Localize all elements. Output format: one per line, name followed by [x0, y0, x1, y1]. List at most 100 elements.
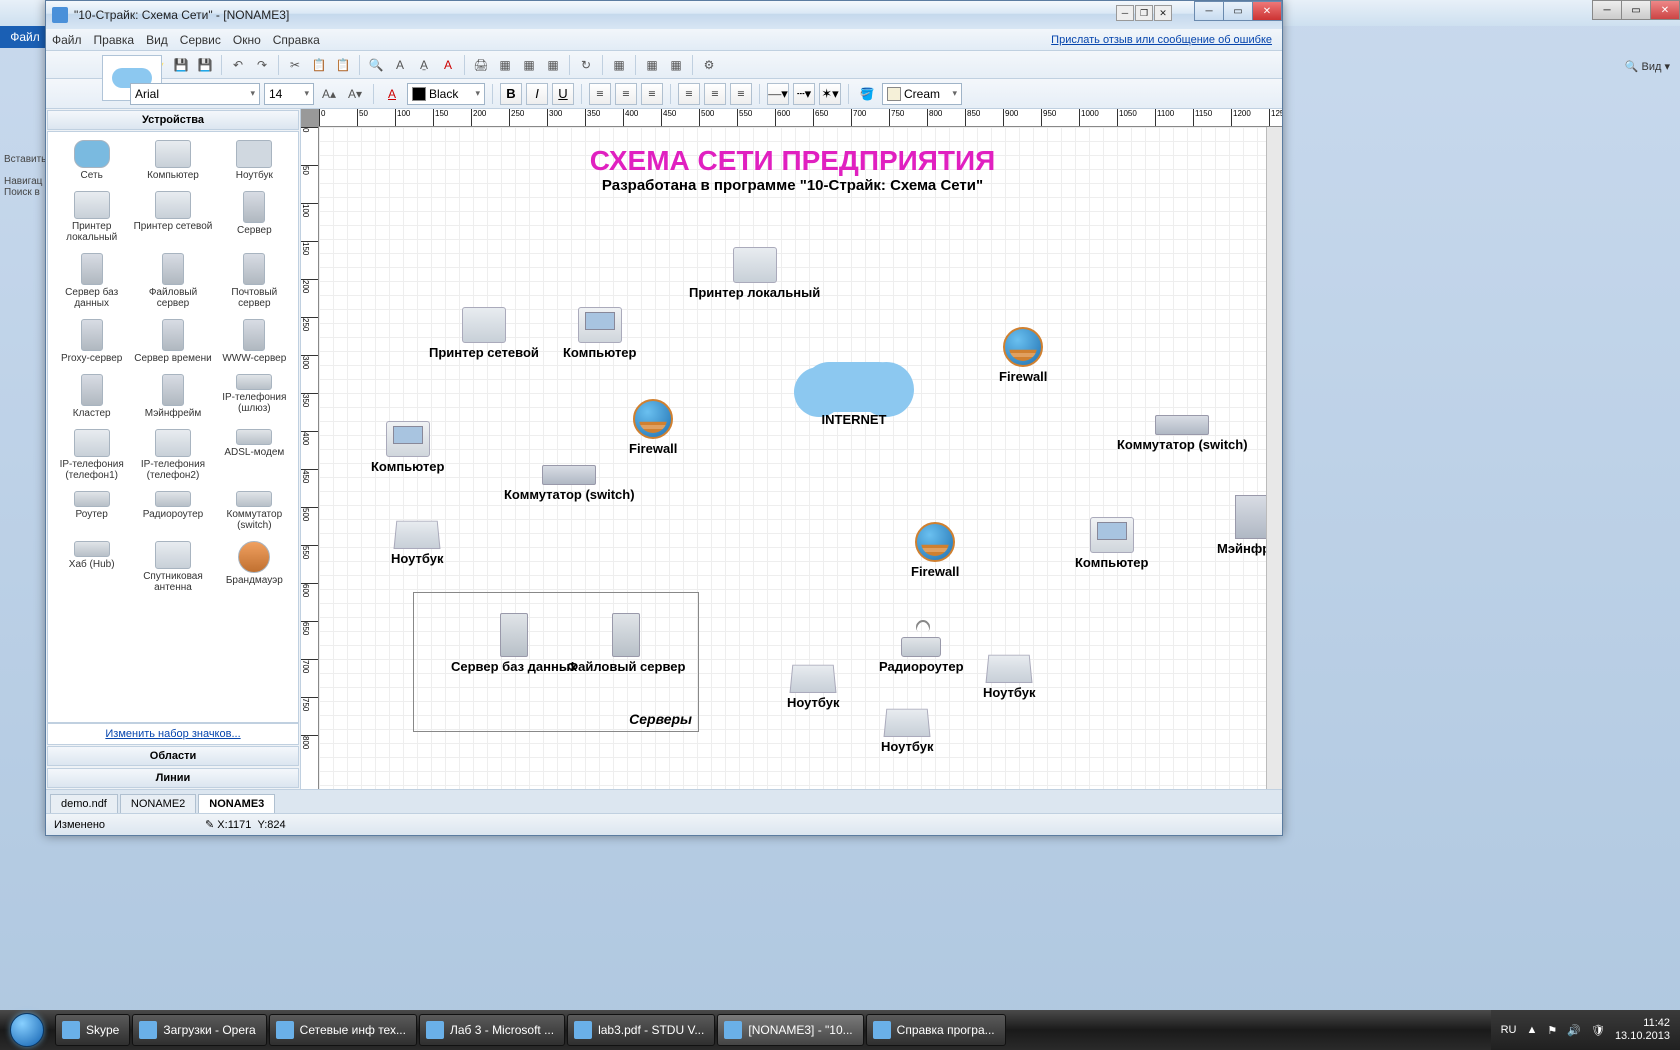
feedback-link[interactable]: Прислать отзыв или сообщение об ошибке — [1051, 34, 1272, 46]
menu-file[interactable]: Файл — [52, 33, 82, 47]
device-item[interactable]: Файловый сервер — [133, 249, 212, 313]
tray-icon[interactable]: 🛡 — [1591, 1024, 1605, 1037]
taskbar-item[interactable]: Skype — [55, 1014, 130, 1046]
device-item[interactable]: Роутер — [52, 487, 131, 535]
device-item[interactable]: Почтовый сервер — [215, 249, 294, 313]
device-item[interactable]: Сеть — [52, 136, 131, 185]
device-item[interactable]: Сервер — [215, 187, 294, 247]
mdi-minimize[interactable]: ─ — [1116, 5, 1134, 21]
start-button[interactable] — [0, 1010, 54, 1050]
mdi-restore[interactable]: ❐ — [1135, 5, 1153, 21]
valign-bot[interactable]: ≡ — [730, 83, 752, 105]
lines-panel-header[interactable]: Линии — [47, 768, 299, 788]
valign-top[interactable]: ≡ — [678, 83, 700, 105]
mdi-close[interactable]: ✕ — [1154, 5, 1172, 21]
taskbar-item[interactable]: lab3.pdf - STDU V... — [567, 1014, 715, 1046]
device-item[interactable]: Сервер баз данных — [52, 249, 131, 313]
italic-button[interactable]: I — [526, 83, 548, 105]
document-tab[interactable]: NONAME3 — [198, 794, 275, 813]
bold-button[interactable]: B — [500, 83, 522, 105]
print-button[interactable]: 🖨 — [470, 54, 492, 76]
align-center[interactable]: ≡ — [615, 83, 637, 105]
taskbar-item[interactable]: Сетевые инф тех... — [269, 1014, 417, 1046]
document-tab[interactable]: demo.ndf — [50, 794, 118, 813]
refresh-button[interactable]: ↻ — [575, 54, 597, 76]
device-item[interactable]: Радиороутер — [133, 487, 212, 535]
export-button[interactable]: ▦ — [494, 54, 516, 76]
device-item[interactable]: Брандмауэр — [215, 537, 294, 597]
taskbar-item[interactable]: Загрузки - Opera — [132, 1014, 266, 1046]
scrollbar-vertical[interactable] — [1266, 127, 1282, 789]
fontsize-combo[interactable]: 14 — [264, 83, 314, 105]
device-item[interactable]: IP-телефония (телефон2) — [133, 425, 212, 485]
tray-icon[interactable]: ▲ — [1527, 1024, 1538, 1036]
menu-view[interactable]: Вид — [146, 33, 168, 47]
line-dash[interactable]: ┄▾ — [793, 83, 815, 105]
taskbar-item[interactable]: [NONAME3] - "10... — [717, 1014, 863, 1046]
scan-button[interactable]: 🔍 — [365, 54, 387, 76]
menu-window[interactable]: Окно — [233, 33, 261, 47]
device-item[interactable]: Компьютер — [133, 136, 212, 185]
areas-panel-header[interactable]: Области — [47, 746, 299, 766]
tool-h[interactable]: ▦ — [665, 54, 687, 76]
settings-button[interactable]: ⚙ — [698, 54, 720, 76]
copy-button[interactable]: 📋 — [308, 54, 330, 76]
device-item[interactable]: Хаб (Hub) — [52, 537, 131, 597]
tool-f[interactable]: ▦ — [608, 54, 630, 76]
taskbar-item[interactable]: Справка програ... — [866, 1014, 1006, 1046]
bg-minimize-button[interactable]: ─ — [1592, 0, 1622, 20]
cut-button[interactable]: ✂ — [284, 54, 306, 76]
tool-a[interactable]: A — [389, 54, 411, 76]
bg-close-button[interactable]: ✕ — [1650, 0, 1680, 20]
bg-maximize-button[interactable]: ▭ — [1621, 0, 1651, 20]
device-item[interactable]: Мэйнфрейм — [133, 370, 212, 423]
taskbar-item[interactable]: Лаб 3 - Microsoft ... — [419, 1014, 565, 1046]
device-item[interactable]: Принтер сетевой — [133, 187, 212, 247]
font-larger[interactable]: A▴ — [318, 83, 340, 105]
menu-help[interactable]: Справка — [273, 33, 320, 47]
device-item[interactable]: Сервер времени — [133, 315, 212, 368]
fill-color-combo[interactable]: Cream — [882, 83, 962, 105]
devices-grid[interactable]: СетьКомпьютерНоутбук Принтер локальныйПри… — [47, 131, 299, 723]
line-ends[interactable]: ✶▾ — [819, 83, 841, 105]
fill-button[interactable]: 🪣 — [856, 83, 878, 105]
device-item[interactable]: IP-телефония (телефон1) — [52, 425, 131, 485]
align-right[interactable]: ≡ — [641, 83, 663, 105]
font-color-button[interactable]: A — [381, 83, 403, 105]
servers-group-box[interactable]: Серверы — [413, 592, 699, 732]
valign-mid[interactable]: ≡ — [704, 83, 726, 105]
device-item[interactable]: Спутниковая антенна — [133, 537, 212, 597]
undo-button[interactable]: ↶ — [227, 54, 249, 76]
device-item[interactable]: Ноутбук — [215, 136, 294, 185]
font-smaller[interactable]: A▾ — [344, 83, 366, 105]
align-left[interactable]: ≡ — [589, 83, 611, 105]
tool-d[interactable]: ▦ — [518, 54, 540, 76]
document-tab[interactable]: NONAME2 — [120, 794, 196, 813]
tray-icon[interactable]: 🔊 — [1567, 1024, 1581, 1037]
tool-b[interactable]: A̱ — [413, 54, 435, 76]
device-item[interactable]: IP-телефония (шлюз) — [215, 370, 294, 423]
device-item[interactable]: Proxy-сервер — [52, 315, 131, 368]
font-combo[interactable]: Arial — [130, 83, 260, 105]
devices-panel-header[interactable]: Устройства — [47, 110, 299, 130]
minimize-button[interactable]: ─ — [1194, 1, 1224, 21]
title-bar[interactable]: "10-Страйк: Схема Сети" - [NONAME3] ─ ❐ … — [46, 1, 1282, 29]
tray-clock[interactable]: 11:4213.10.2013 — [1615, 1017, 1670, 1043]
tool-e[interactable]: ▦ — [542, 54, 564, 76]
paste-button[interactable]: 📋 — [332, 54, 354, 76]
device-item[interactable]: Коммутатор (switch) — [215, 487, 294, 535]
tray-icon[interactable]: ⚑ — [1547, 1024, 1557, 1037]
system-tray[interactable]: RU ▲ ⚑ 🔊 🛡 11:4213.10.2013 — [1491, 1010, 1680, 1050]
maximize-button[interactable]: ▭ — [1223, 1, 1253, 21]
line-color-combo[interactable]: Black — [407, 83, 485, 105]
redo-button[interactable]: ↷ — [251, 54, 273, 76]
change-icons-link[interactable]: Изменить набор значков... — [47, 723, 299, 745]
close-button[interactable]: ✕ — [1252, 1, 1282, 21]
device-item[interactable]: ADSL-модем — [215, 425, 294, 485]
saveall-button[interactable]: 💾 — [194, 54, 216, 76]
tool-g[interactable]: ▦ — [641, 54, 663, 76]
canvas[interactable]: СХЕМА СЕТИ ПРЕДПРИЯТИЯ Разработана в про… — [319, 127, 1266, 789]
device-item[interactable]: Кластер — [52, 370, 131, 423]
tool-c[interactable]: A — [437, 54, 459, 76]
device-item[interactable]: Принтер локальный — [52, 187, 131, 247]
